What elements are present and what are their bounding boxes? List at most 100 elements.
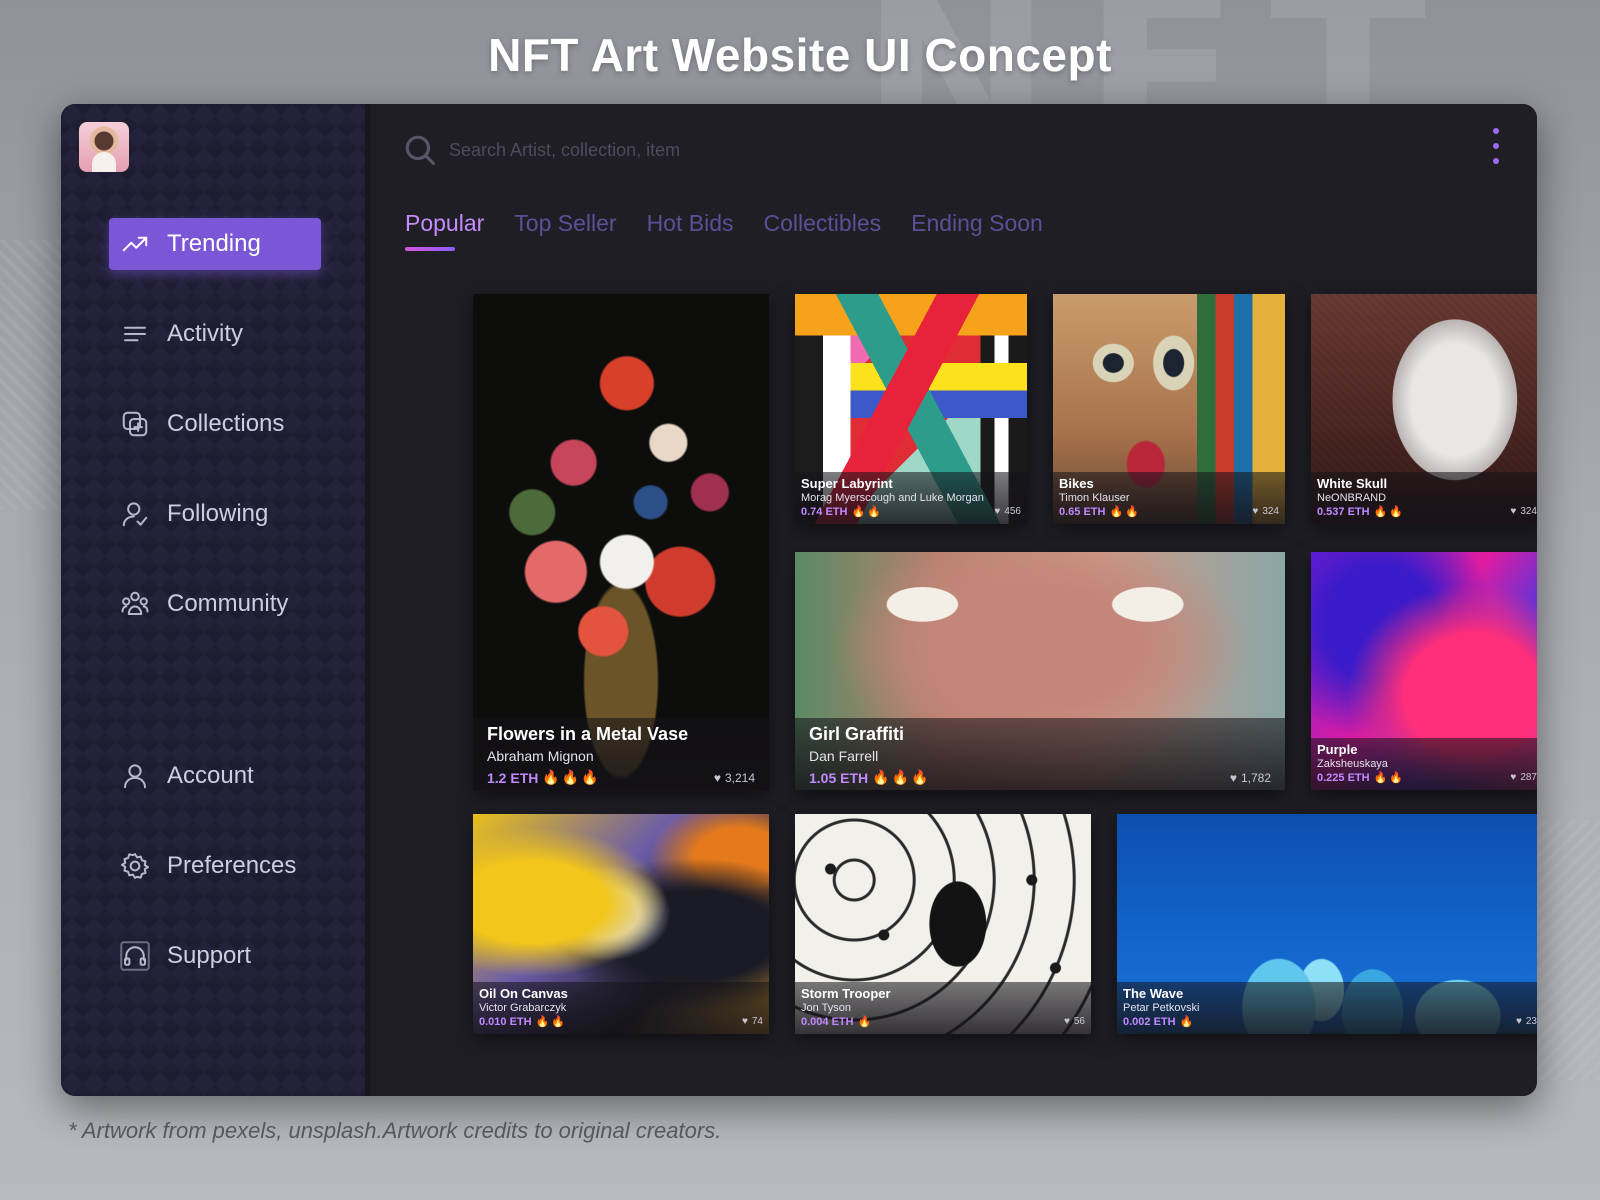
card-price: 0.002 ETH 🔥: [1123, 1015, 1196, 1029]
nft-card[interactable]: Girl Graffiti Dan Farrell 1.05 ETH 🔥🔥🔥 ♥ 1…: [795, 552, 1285, 790]
sidebar-item-label: Trending: [167, 230, 261, 257]
card-likes[interactable]: ♥ 287: [1510, 772, 1537, 783]
nft-card[interactable]: White Skull NeONBRAND 0.537 ETH 🔥🔥 ♥ 324: [1311, 294, 1537, 524]
nft-card[interactable]: Storm Trooper Jon Tyson 0.004 ETH 🔥 ♥ 56: [795, 814, 1091, 1034]
card-artist: Timon Klauser: [1059, 492, 1130, 504]
card-artist: Victor Grabarczyk: [479, 1002, 567, 1014]
tab-hot-bids[interactable]: Hot Bids: [647, 210, 734, 251]
sidebar-item-label: Community: [167, 590, 289, 617]
card-title: Girl Graffiti: [809, 724, 905, 744]
more-options-icon[interactable]: [1489, 128, 1503, 164]
fire-icon: 🔥: [1179, 1016, 1196, 1028]
card-artist: Morag Myerscough and Luke Morgan: [801, 492, 984, 504]
collections-add-icon: [119, 408, 151, 440]
sidebar-item-following[interactable]: Following: [109, 488, 321, 540]
heart-icon: ♥: [1252, 506, 1259, 517]
card-info: Girl Graffiti Dan Farrell 1.05 ETH 🔥🔥🔥 ♥ 1…: [795, 718, 1285, 790]
card-artist: Petar Petkovski: [1123, 1002, 1200, 1014]
tab-ending-soon[interactable]: Ending Soon: [911, 210, 1043, 251]
card-title: Bikes: [1059, 476, 1094, 491]
card-artist: NeONBRAND: [1317, 492, 1387, 504]
card-price: 1.05 ETH 🔥🔥🔥: [809, 769, 931, 786]
community-icon: [119, 588, 151, 620]
card-likes[interactable]: ♥ 456: [994, 506, 1021, 517]
heart-icon: ♥: [713, 770, 721, 785]
sidebar-item-label: Preferences: [167, 852, 297, 879]
card-likes[interactable]: ♥ 3,214: [714, 771, 755, 785]
nft-card[interactable]: Flowers in a Metal Vase Abraham Mignon 1…: [473, 294, 769, 790]
nft-card[interactable]: Bikes Timon Klauser 0.65 ETH 🔥🔥 ♥ 324: [1053, 294, 1285, 524]
card-info: Bikes Timon Klauser 0.65 ETH 🔥🔥 ♥ 324: [1053, 472, 1285, 524]
avatar[interactable]: [79, 122, 129, 172]
heart-icon: ♥: [741, 1016, 748, 1027]
nft-card[interactable]: Oil On Canvas Victor Grabarczyk 0.010 ET…: [473, 814, 769, 1034]
sidebar-item-label: Following: [167, 500, 269, 527]
heart-icon: ♥: [994, 506, 1001, 517]
nft-card[interactable]: Purple Zaksheuskaya 0.225 ETH 🔥🔥 ♥ 287: [1311, 552, 1537, 790]
card-info: Oil On Canvas Victor Grabarczyk 0.010 ET…: [473, 982, 769, 1034]
page-headline: NFT Art Website UI Concept: [488, 29, 1112, 81]
nft-card[interactable]: The Wave Petar Petkovski 0.002 ETH 🔥 ♥ 23: [1117, 814, 1537, 1034]
card-price: 0.74 ETH 🔥🔥: [801, 505, 883, 519]
fire-icon: 🔥: [857, 1016, 874, 1028]
card-artist: Zaksheuskaya: [1317, 758, 1388, 770]
fire-icon: 🔥🔥: [1109, 506, 1141, 518]
heart-icon: ♥: [1510, 772, 1517, 783]
sidebar-item-account[interactable]: Account: [109, 750, 321, 802]
main-content: Popular Top Seller Hot Bids Collectibles…: [371, 104, 1537, 1096]
card-title: The Wave: [1123, 986, 1184, 1001]
app-window: Trending Activity Collections Following: [61, 104, 1537, 1096]
tab-collectibles[interactable]: Collectibles: [764, 210, 882, 251]
card-title: Oil On Canvas: [479, 986, 568, 1001]
sidebar-item-label: Collections: [167, 410, 285, 437]
card-title: Flowers in a Metal Vase: [487, 724, 689, 744]
card-likes[interactable]: ♥ 56: [1064, 1016, 1085, 1027]
card-info: Purple Zaksheuskaya 0.225 ETH 🔥🔥 ♥ 287: [1311, 738, 1537, 790]
card-info: Storm Trooper Jon Tyson 0.004 ETH 🔥 ♥ 56: [795, 982, 1091, 1034]
card-artist: Dan Farrell: [809, 748, 879, 764]
sidebar-item-collections[interactable]: Collections: [109, 398, 321, 450]
sidebar-item-preferences[interactable]: Preferences: [109, 840, 321, 892]
search-icon[interactable]: [403, 133, 437, 167]
lines-icon: [119, 318, 151, 350]
card-title: Super Labyrint: [801, 476, 893, 491]
sidebar-item-activity[interactable]: Activity: [109, 308, 321, 360]
card-likes[interactable]: ♥ 74: [742, 1016, 763, 1027]
nft-card[interactable]: Super Labyrint Morag Myerscough and Luke…: [795, 294, 1027, 524]
search-bar: [403, 130, 1453, 170]
card-price: 0.010 ETH 🔥🔥: [479, 1015, 567, 1029]
card-info: The Wave Petar Petkovski 0.002 ETH 🔥 ♥ 23: [1117, 982, 1537, 1034]
card-likes[interactable]: ♥ 324: [1252, 506, 1279, 517]
heart-icon: ♥: [1510, 506, 1517, 517]
fire-icon: 🔥🔥: [1373, 772, 1405, 784]
fire-icon: 🔥🔥: [851, 506, 883, 518]
credits-footnote: * Artwork from pexels, unsplash.Artwork …: [68, 1118, 722, 1143]
fire-icon: 🔥🔥: [535, 1016, 567, 1028]
tab-top-seller[interactable]: Top Seller: [514, 210, 616, 251]
card-price: 0.537 ETH 🔥🔥: [1317, 505, 1405, 519]
sidebar-item-trending[interactable]: Trending: [109, 218, 321, 270]
card-artist: Jon Tyson: [801, 1002, 851, 1014]
card-price: 0.004 ETH 🔥: [801, 1015, 874, 1029]
card-likes[interactable]: ♥ 23: [1516, 1016, 1537, 1027]
category-tabs: Popular Top Seller Hot Bids Collectibles…: [405, 210, 1043, 251]
background-pattern-right: [1530, 820, 1600, 1080]
sidebar-item-support[interactable]: Support: [109, 930, 321, 982]
artwork-image: [473, 294, 769, 790]
fire-icon: 🔥🔥🔥: [542, 769, 601, 785]
search-input[interactable]: [449, 132, 1349, 168]
tab-popular[interactable]: Popular: [405, 210, 484, 251]
card-info: White Skull NeONBRAND 0.537 ETH 🔥🔥 ♥ 324: [1311, 472, 1537, 524]
card-price: 1.2 ETH 🔥🔥🔥: [487, 769, 601, 786]
card-likes[interactable]: ♥ 1,782: [1230, 771, 1271, 785]
fire-icon: 🔥🔥: [1373, 506, 1405, 518]
card-likes[interactable]: ♥ 324: [1510, 506, 1537, 517]
gear-icon: [119, 850, 151, 882]
card-info: Super Labyrint Morag Myerscough and Luke…: [795, 472, 1027, 524]
sidebar-item-label: Activity: [167, 320, 244, 347]
card-title: Storm Trooper: [801, 986, 891, 1001]
heart-icon: ♥: [1515, 1016, 1522, 1027]
sidebar: Trending Activity Collections Following: [61, 104, 365, 1096]
sidebar-item-community[interactable]: Community: [109, 578, 321, 630]
card-artist: Abraham Mignon: [487, 748, 594, 764]
